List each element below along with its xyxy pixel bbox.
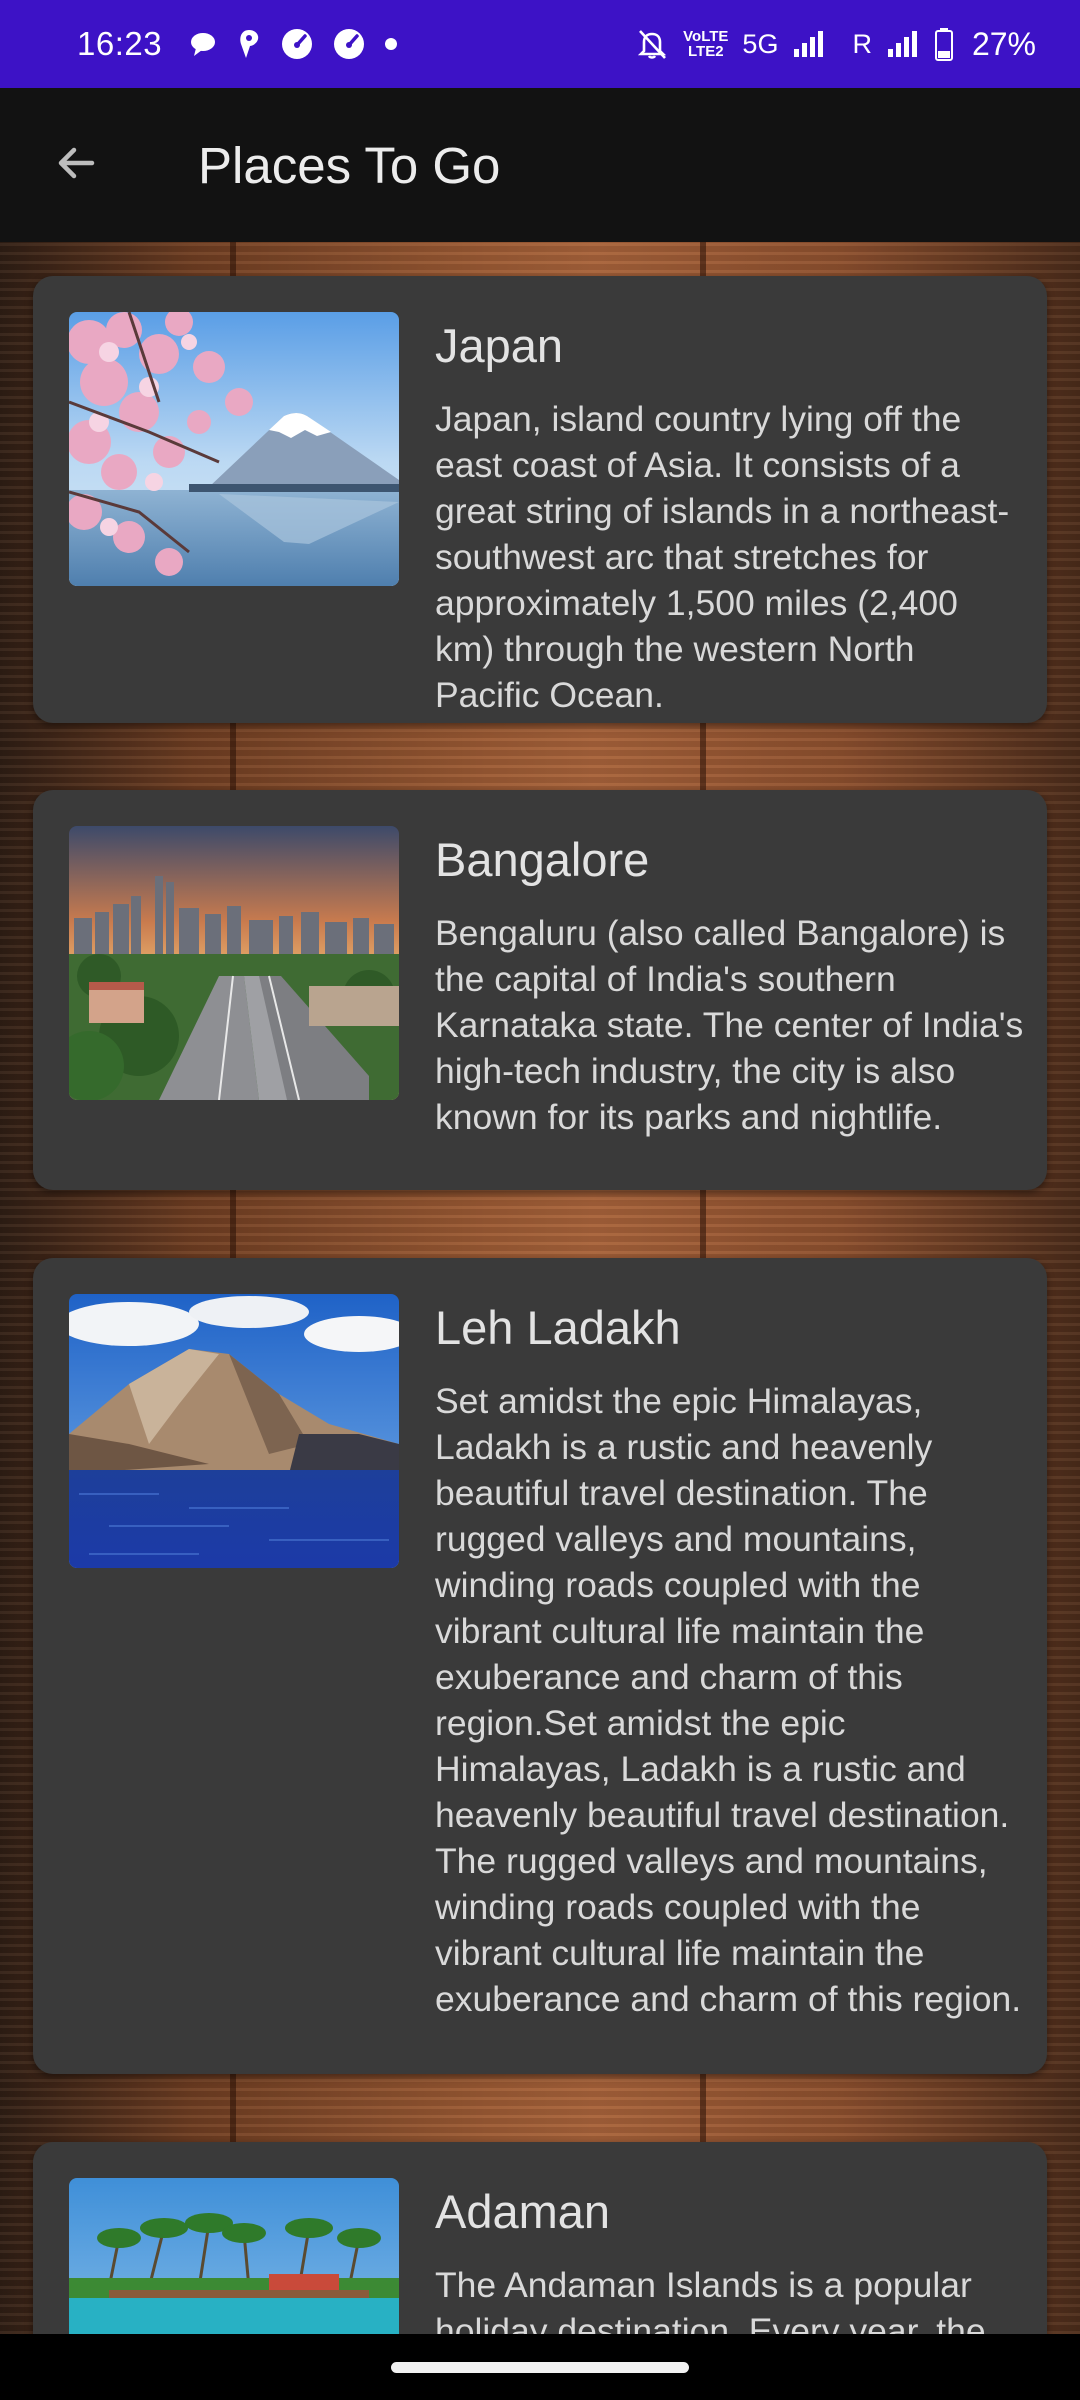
battery-percent: 27% xyxy=(971,25,1036,62)
place-description: Japan, island country lying off the east… xyxy=(435,399,1010,715)
place-card-bangalore[interactable]: Bangalore Bengaluru (also called Bangalo… xyxy=(33,790,1047,1190)
volte-indicator: VoLTE LTE2 xyxy=(683,28,729,60)
arrow-back-icon xyxy=(52,139,100,192)
battery-icon xyxy=(934,27,954,61)
back-button[interactable] xyxy=(36,125,116,205)
bangalore-thumbnail-image xyxy=(69,826,399,1100)
place-card-japan[interactable]: Japan Japan, island country lying off th… xyxy=(33,276,1047,723)
chat-bubble-icon xyxy=(188,29,218,59)
app-bar: Places To Go xyxy=(0,88,1080,242)
place-title: Japan xyxy=(435,319,564,372)
place-card-leh-ladakh[interactable]: Leh Ladakh Set amidst the epic Himalayas… xyxy=(33,1258,1047,2074)
navigation-bar xyxy=(0,2334,1080,2400)
mute-bell-icon xyxy=(635,27,669,61)
page-title: Places To Go xyxy=(198,136,501,194)
more-notifications-dot-icon xyxy=(384,37,398,51)
status-time: 16:23 xyxy=(77,25,163,62)
roaming-indicator: R xyxy=(852,28,872,59)
place-description: Bengaluru (also called Bangalore) is the… xyxy=(435,913,1024,1137)
leh-ladakh-thumbnail-image xyxy=(69,1294,399,1568)
place-title: Bangalore xyxy=(435,833,650,886)
network-type: 5G xyxy=(742,28,779,59)
places-list[interactable]: Japan Japan, island country lying off th… xyxy=(0,242,1080,2334)
place-description: The Andaman Islands is a popular holiday… xyxy=(435,2265,986,2334)
messaging-app-icon xyxy=(236,28,262,60)
place-card-adaman[interactable]: Adaman The Andaman Islands is a popular … xyxy=(33,2142,1047,2334)
status-bar: 16:23 VoLTE LTE2 5G R 27% xyxy=(0,0,1080,88)
speedometer-icon xyxy=(332,27,366,61)
place-description: Set amidst the epic Himalayas, Ladakh is… xyxy=(435,1381,1022,2019)
place-title: Adaman xyxy=(435,2185,611,2238)
speedometer-icon xyxy=(280,27,314,61)
japan-thumbnail-image xyxy=(69,312,399,586)
home-gesture-handle[interactable] xyxy=(391,2361,689,2373)
adaman-thumbnail-image xyxy=(69,2178,399,2334)
notification-icons xyxy=(188,27,398,61)
signal-strength-icon xyxy=(886,29,920,59)
signal-strength-icon xyxy=(792,29,826,59)
place-title: Leh Ladakh xyxy=(435,1301,681,1354)
system-icons: VoLTE LTE2 5G R 27% xyxy=(635,26,1036,63)
